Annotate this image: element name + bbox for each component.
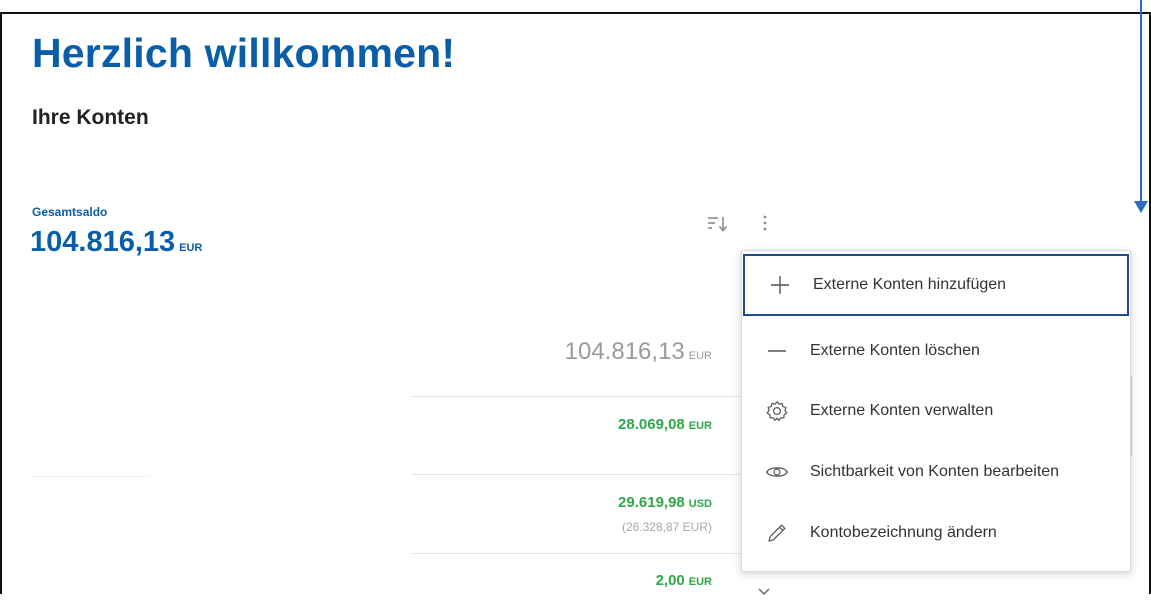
row-divider [412,474,742,475]
minus-icon [762,339,792,363]
sort-button[interactable] [700,210,736,238]
row-divider [412,396,742,397]
pencil-icon [762,521,792,545]
account-balance-amount: 28.069,08 [618,416,685,433]
sort-icon [708,217,728,232]
more-vertical-icon [763,215,767,231]
row-divider [412,553,742,554]
gear-icon [762,399,792,423]
menu-item-manage-external-accounts[interactable]: Externe Konten verwalten [742,381,1130,441]
total-balance-label: Gesamtsaldo [32,205,108,219]
account-balance-currency: EUR [688,420,712,432]
annotation-arrow [1140,0,1142,203]
account-balance: 28.069,08 EUR [440,416,712,433]
eye-icon [762,460,792,484]
chevron-down-icon[interactable] [757,584,771,596]
account-balance-amount: 2,00 [655,572,685,589]
faint-divider [30,476,150,477]
accounts-sum: 104.816,13 EUR [440,338,712,366]
more-options-button[interactable] [754,208,776,238]
annotation-arrow-head [1134,201,1148,213]
account-balance-currency: USD [688,498,712,510]
total-balance-amount: 104.816,13 [30,226,176,258]
menu-item-delete-external-accounts[interactable]: Externe Konten löschen [742,321,1130,381]
account-balance: 2,00 EUR [440,572,712,589]
menu-item-edit-account-visibility[interactable]: Sichtbarkeit von Konten bearbeiten [742,442,1130,502]
menu-item-label: Externe Konten hinzufügen [813,276,1007,293]
accounts-sum-currency: EUR [688,350,712,362]
account-balance: 29.619,98 USD [440,494,712,511]
menu-item-label: Kontobezeichnung ändern [810,524,997,541]
plus-icon [765,273,795,297]
page-title: Herzlich willkommen! [32,30,456,76]
accounts-sum-amount: 104.816,13 [564,338,685,365]
menu-item-label: Sichtbarkeit von Konten bearbeiten [810,463,1060,480]
menu-item-rename-account[interactable]: Kontobezeichnung ändern [742,503,1130,563]
options-menu: Externe Konten hinzufügen Externe Konten… [741,250,1131,572]
total-balance: 104.816,13 EUR [30,226,202,259]
menu-item-label: Externe Konten löschen [810,342,980,359]
menu-item-label: Externe Konten verwalten [810,402,994,419]
menu-item-add-external-accounts[interactable]: Externe Konten hinzufügen [743,254,1129,316]
account-balance-amount: 29.619,98 [618,494,685,511]
total-balance-currency: EUR [179,242,203,254]
account-balance-currency: EUR [688,576,712,588]
section-title: Ihre Konten [32,106,149,129]
account-converted-balance: (26.328,87 EUR) [621,520,712,534]
